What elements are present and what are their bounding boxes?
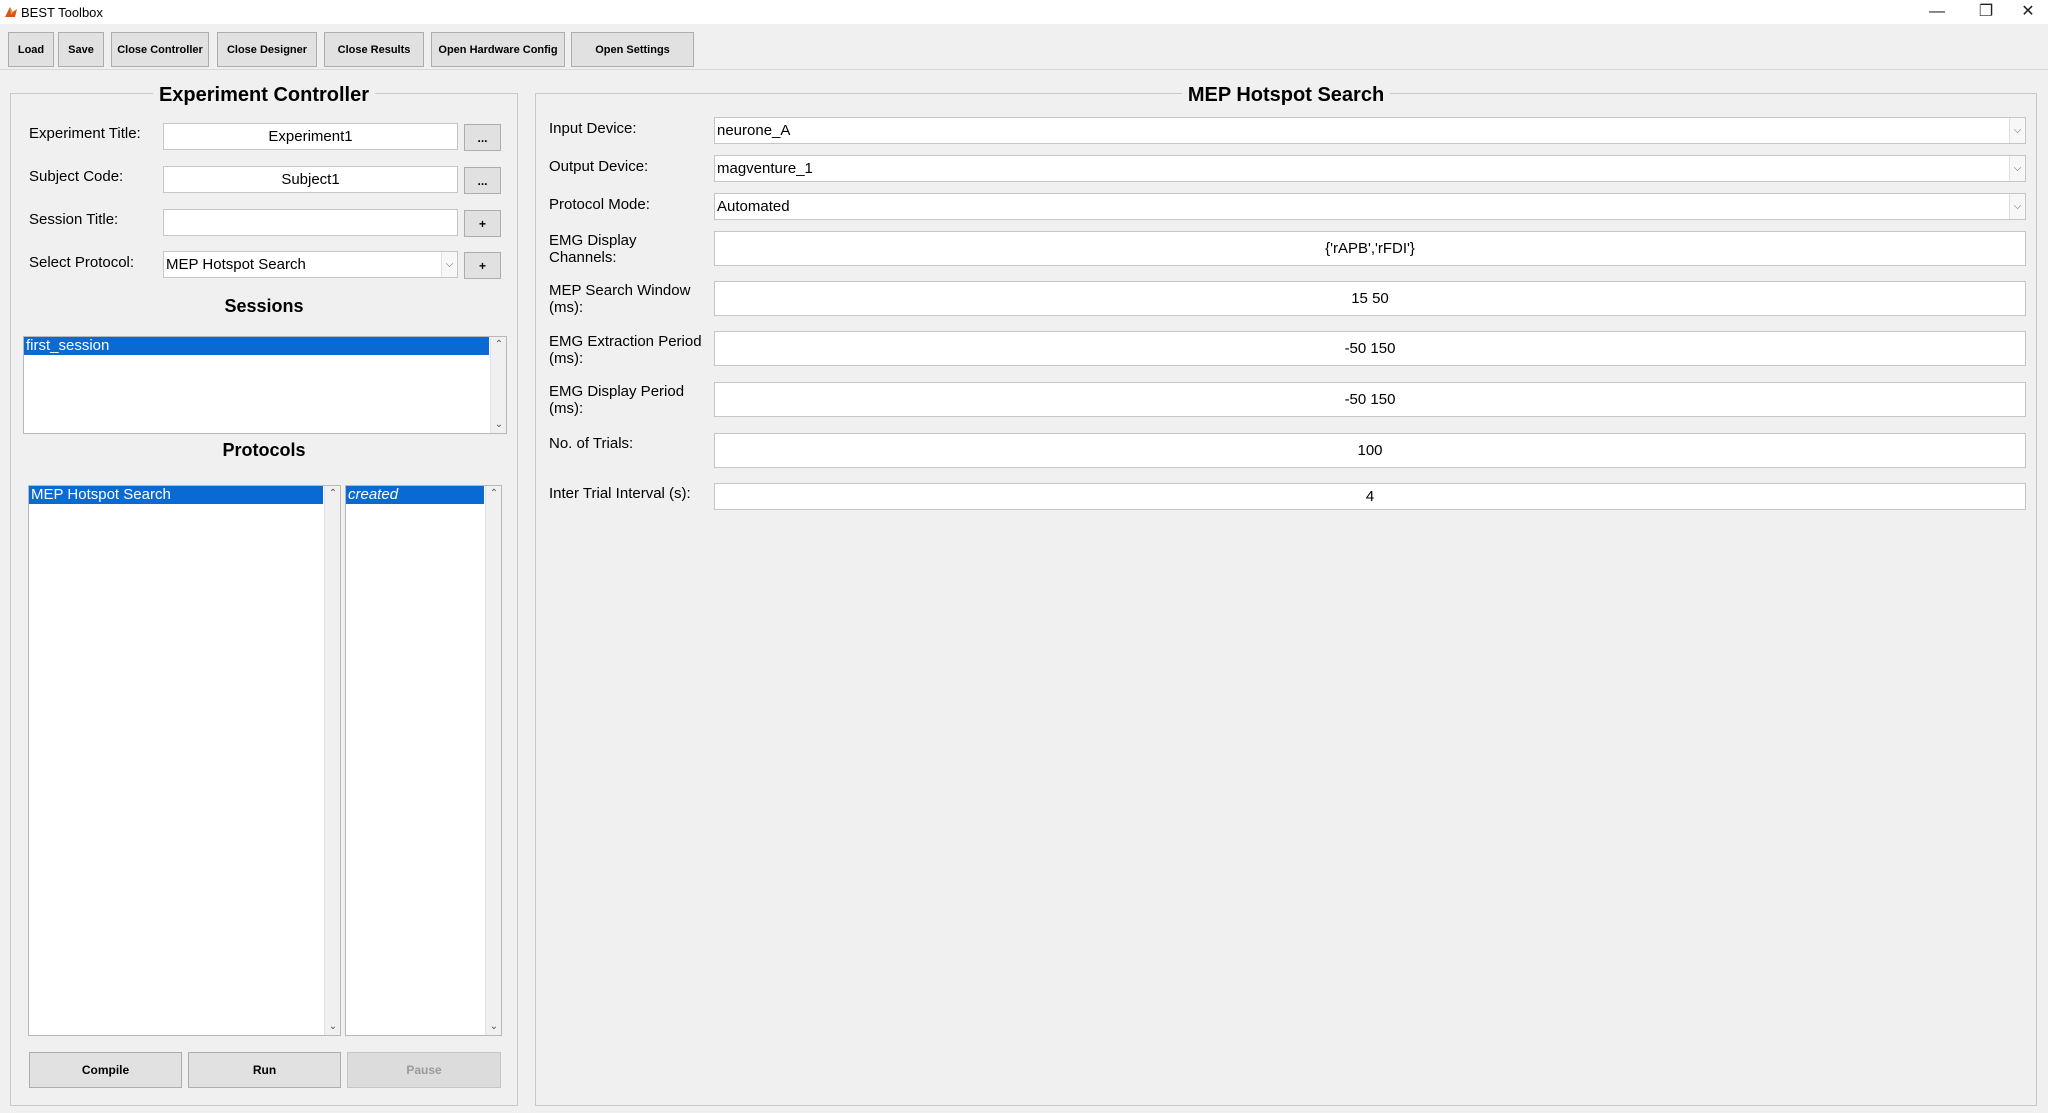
emg-extraction-period-label: EMG Extraction Period (ms): (549, 333, 702, 367)
emg-display-channels-label-line1: EMG Display (549, 232, 637, 249)
protocol-status-scrollbar[interactable]: ⌃ ⌄ (485, 486, 501, 1035)
close-window-icon[interactable]: ✕ (2010, 0, 2046, 24)
add-protocol-button[interactable]: + (464, 252, 501, 279)
no-of-trials-label: No. of Trials: (549, 435, 634, 452)
designer-title-text: MEP Hotspot Search (1181, 84, 1391, 106)
chevron-down-icon: ⌵ (2009, 118, 2025, 143)
subject-code-label: Subject Code: (29, 168, 124, 185)
open-hardware-config-button[interactable]: Open Hardware Config (431, 32, 565, 67)
chevron-down-icon: ⌵ (2009, 194, 2025, 219)
designer-title: MEP Hotspot Search (535, 84, 2037, 107)
emg-extraction-period-label-line2: (ms): (549, 350, 584, 367)
pause-button[interactable]: Pause (347, 1052, 501, 1088)
experiment-controller-title-text: Experiment Controller (152, 84, 376, 106)
run-button[interactable]: Run (188, 1052, 341, 1088)
experiment-title-field[interactable]: Experiment1 (163, 123, 458, 150)
protocol-mode-dropdown[interactable]: Automated ⌵ (714, 193, 2026, 220)
output-device-value: magventure_1 (717, 160, 813, 177)
mep-search-window-field[interactable]: 15 50 (714, 281, 2026, 316)
emg-display-period-label-line1: EMG Display Period (549, 383, 685, 400)
select-protocol-value: MEP Hotspot Search (166, 256, 306, 273)
emg-display-period-label-line2: (ms): (549, 400, 584, 417)
select-protocol-dropdown[interactable]: MEP Hotspot Search ⌵ (163, 251, 458, 278)
emg-extraction-period-field[interactable]: -50 150 (714, 331, 2026, 366)
select-protocol-label: Select Protocol: (29, 254, 135, 271)
save-button[interactable]: Save (58, 32, 104, 67)
inter-trial-interval-field[interactable]: 4 (714, 483, 2026, 510)
mep-search-window-label: MEP Search Window (ms): (549, 282, 690, 316)
protocol-mode-label: Protocol Mode: (549, 196, 650, 213)
close-designer-button[interactable]: Close Designer (217, 32, 317, 67)
protocol-mode-value: Automated (717, 198, 790, 215)
emg-extraction-period-label-line1: EMG Extraction Period (549, 333, 702, 350)
output-device-label: Output Device: (549, 158, 649, 175)
minimize-icon[interactable]: — (1914, 0, 1960, 24)
list-item[interactable]: first_session (24, 337, 489, 355)
experiment-title-browse-button[interactable]: ... (464, 124, 501, 151)
load-button[interactable]: Load (8, 32, 54, 67)
list-item[interactable]: created (346, 486, 484, 504)
window-title: BEST Toolbox (21, 5, 103, 20)
sessions-scrollbar[interactable]: ⌃ ⌄ (490, 337, 506, 433)
compile-button[interactable]: Compile (29, 1052, 182, 1088)
open-settings-button[interactable]: Open Settings (571, 32, 694, 67)
emg-display-channels-field[interactable]: {'rAPB','rFDI'} (714, 231, 2026, 266)
sessions-title: Sessions (224, 296, 304, 316)
chevron-down-icon: ⌵ (2009, 156, 2025, 181)
experiment-controller-title: Experiment Controller (10, 84, 518, 107)
input-device-label: Input Device: (549, 120, 637, 137)
sessions-listbox[interactable]: first_session ⌃ ⌄ (23, 336, 507, 434)
emg-display-channels-label: EMG Display Channels: (549, 232, 637, 266)
close-results-button[interactable]: Close Results (324, 32, 424, 67)
protocols-scrollbar[interactable]: ⌃ ⌄ (324, 486, 340, 1035)
output-device-dropdown[interactable]: magventure_1 ⌵ (714, 155, 2026, 182)
add-session-button[interactable]: + (464, 210, 501, 237)
scroll-down-icon[interactable]: ⌄ (486, 1019, 502, 1035)
no-of-trials-field[interactable]: 100 (714, 433, 2026, 468)
protocols-title: Protocols (222, 440, 306, 460)
scroll-up-icon[interactable]: ⌃ (325, 486, 341, 502)
session-title-field[interactable] (163, 209, 458, 236)
emg-display-channels-label-line2: Channels: (549, 249, 617, 266)
input-device-value: neurone_A (717, 122, 791, 139)
chevron-down-icon: ⌵ (441, 252, 457, 277)
matlab-app-icon (5, 7, 17, 17)
restore-icon[interactable]: ❐ (1963, 0, 2009, 24)
experiment-title-label: Experiment Title: (29, 125, 141, 142)
title-bar (0, 0, 2048, 24)
close-controller-button[interactable]: Close Controller (111, 32, 209, 67)
input-device-dropdown[interactable]: neurone_A ⌵ (714, 117, 2026, 144)
mep-search-window-label-line2: (ms): (549, 299, 584, 316)
inter-trial-interval-label: Inter Trial Interval (s): (549, 485, 691, 502)
scroll-down-icon[interactable]: ⌄ (325, 1019, 341, 1035)
protocols-listbox[interactable]: MEP Hotspot Search ⌃ ⌄ (28, 485, 341, 1036)
list-item[interactable]: MEP Hotspot Search (29, 486, 323, 504)
scroll-down-icon[interactable]: ⌄ (491, 417, 507, 433)
protocol-status-listbox[interactable]: created ⌃ ⌄ (345, 485, 502, 1036)
subject-code-browse-button[interactable]: ... (464, 167, 501, 194)
scroll-up-icon[interactable]: ⌃ (491, 337, 507, 353)
session-title-label: Session Title: (29, 211, 119, 228)
subject-code-field[interactable]: Subject1 (163, 166, 458, 193)
emg-display-period-field[interactable]: -50 150 (714, 382, 2026, 417)
emg-display-period-label: EMG Display Period (ms): (549, 383, 684, 417)
mep-search-window-label-line1: MEP Search Window (549, 282, 691, 299)
scroll-up-icon[interactable]: ⌃ (486, 486, 502, 502)
